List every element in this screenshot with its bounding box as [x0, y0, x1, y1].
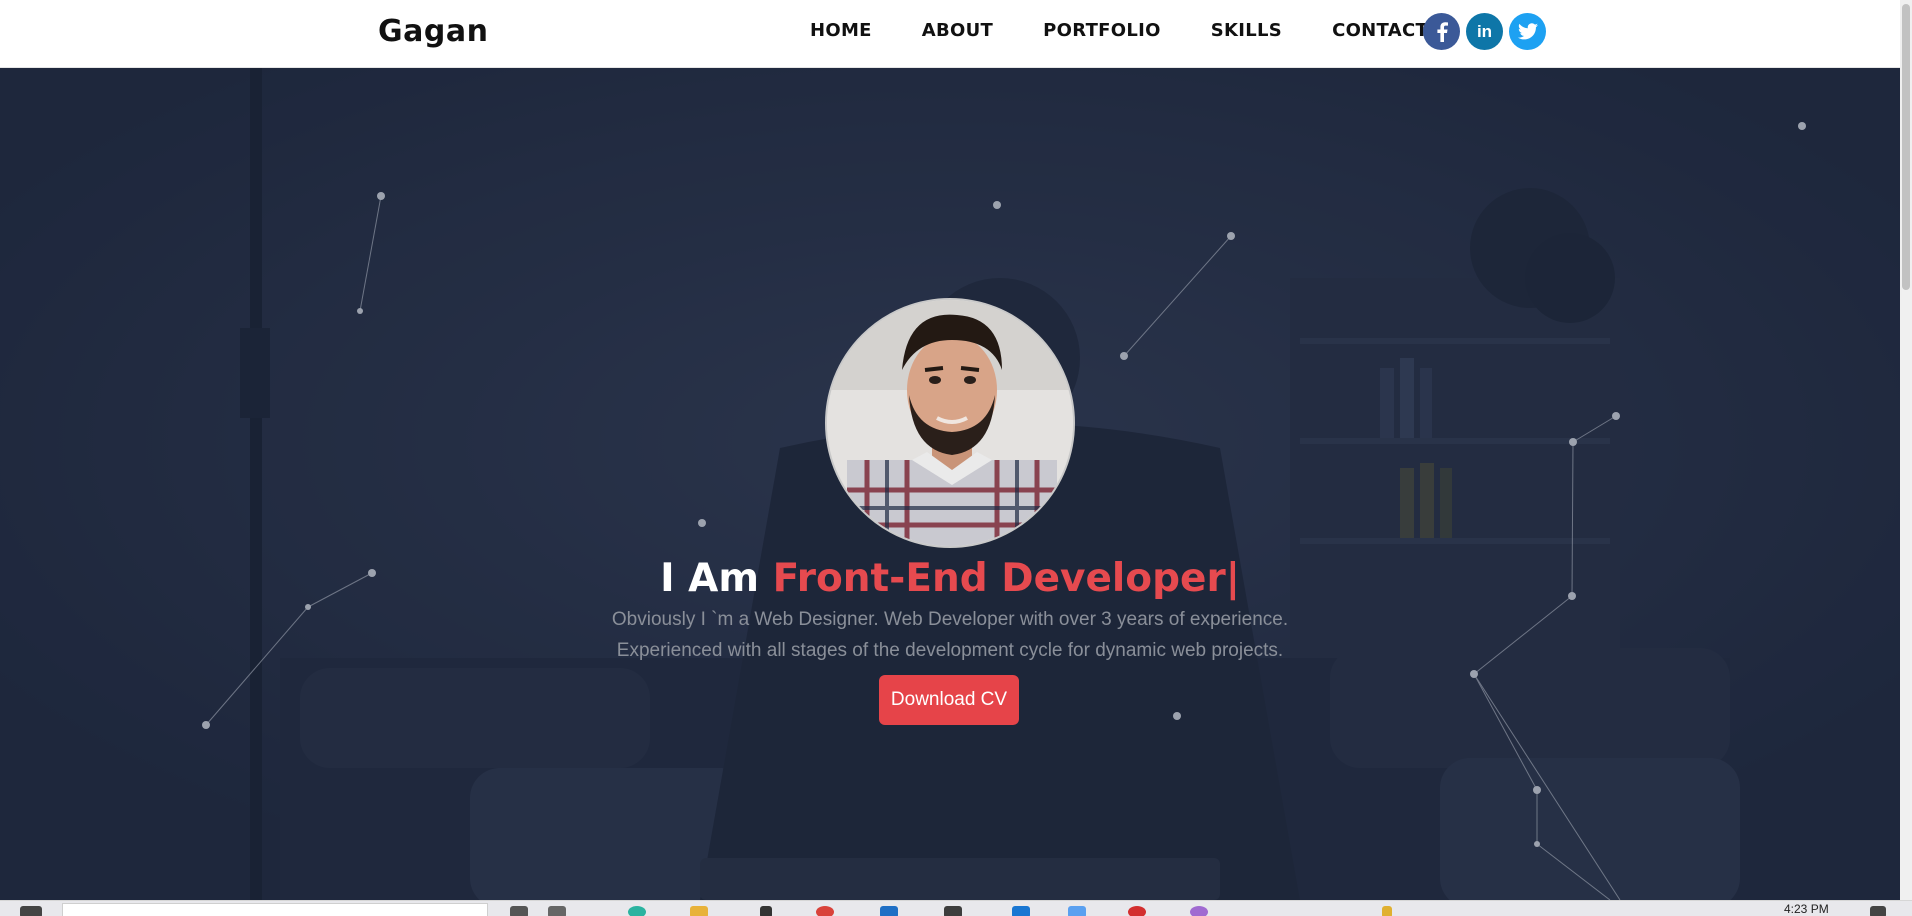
- facebook-icon[interactable]: [1423, 13, 1460, 50]
- description-line-1: Obviously I `m a Web Designer. Web Devel…: [611, 609, 1289, 630]
- page-scrollbar[interactable]: [1900, 0, 1912, 900]
- taskbar-clock[interactable]: 4:23 PM: [1784, 902, 1829, 916]
- description-line-2: Experienced with all stages of the devel…: [616, 640, 1284, 661]
- chrome-icon[interactable]: [816, 906, 834, 916]
- scrollbar-thumb[interactable]: [1902, 4, 1910, 290]
- opera-icon[interactable]: [1128, 906, 1146, 916]
- headline-intro: I Am: [660, 556, 773, 601]
- brand-logo[interactable]: Gagan: [378, 14, 488, 49]
- tray-icon[interactable]: [1382, 906, 1392, 916]
- hero-headline: I Am Front-End Developer|: [0, 556, 1900, 601]
- task-view-icon[interactable]: [510, 906, 528, 916]
- edge-icon[interactable]: [628, 906, 646, 916]
- nav-about[interactable]: ABOUT: [922, 20, 993, 41]
- terminal-icon[interactable]: [944, 906, 962, 916]
- linkedin-icon[interactable]: in: [1466, 13, 1503, 50]
- phone-link-icon[interactable]: [760, 906, 772, 916]
- navbar: Gagan HOME ABOUT PORTFOLIO SKILLS CONTAC…: [0, 0, 1900, 68]
- slack-icon[interactable]: [1190, 906, 1208, 916]
- nav-portfolio[interactable]: PORTFOLIO: [1043, 20, 1161, 41]
- zoom-icon[interactable]: [1068, 906, 1086, 916]
- nav-home[interactable]: HOME: [810, 20, 872, 41]
- nav-contact[interactable]: CONTACT: [1332, 20, 1428, 41]
- taskbar-search-input[interactable]: [62, 903, 488, 916]
- file-explorer-icon[interactable]: [690, 906, 708, 916]
- hero-description: Obviously I `m a Web Designer. Web Devel…: [0, 604, 1900, 666]
- store-icon[interactable]: [1012, 906, 1030, 916]
- nav-links: HOME ABOUT PORTFOLIO SKILLS CONTACT: [810, 20, 1478, 41]
- profile-photo: [825, 298, 1075, 548]
- download-cv-button[interactable]: Download CV: [879, 675, 1019, 725]
- social-links: in: [1423, 13, 1546, 50]
- twitter-icon[interactable]: [1509, 13, 1546, 50]
- nav-skills[interactable]: SKILLS: [1211, 20, 1282, 41]
- hero-section: I Am Front-End Developer| Obviously I `m…: [0, 68, 1900, 900]
- start-icon[interactable]: [20, 906, 42, 916]
- notifications-icon[interactable]: [1870, 906, 1886, 916]
- os-taskbar: 4:23 PM: [0, 900, 1912, 916]
- vscode-icon[interactable]: [880, 906, 898, 916]
- headline-role: Front-End Developer|: [772, 556, 1240, 601]
- widgets-icon[interactable]: [548, 906, 566, 916]
